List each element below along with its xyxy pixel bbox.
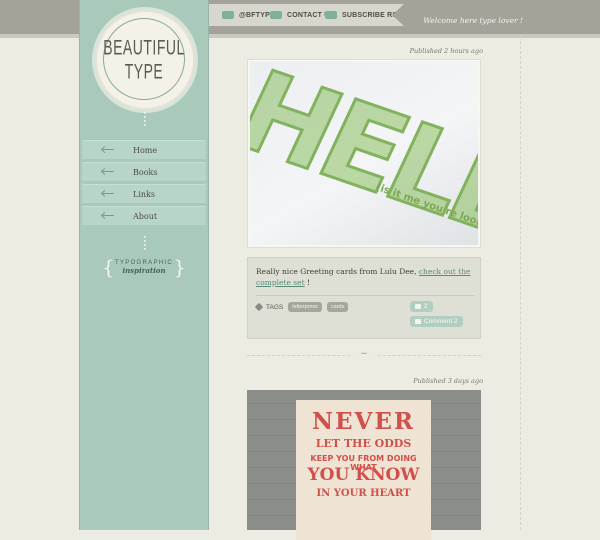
right-brace-icon: } bbox=[173, 255, 186, 279]
nav-item-label: Home bbox=[133, 145, 158, 155]
ornament-icon: ~ bbox=[353, 350, 375, 359]
rss-link[interactable]: SUBSCRIBE RSS bbox=[325, 4, 402, 26]
poster-line-5: IN YOUR HEART bbox=[316, 488, 411, 499]
site-logo[interactable]: BEAUTIFUL TYPE bbox=[95, 10, 195, 110]
post-image-poster: NEVER LET THE ODDS KEEP YOU FROM DOING W… bbox=[296, 400, 431, 540]
logo-line-1: BEAUTIFUL bbox=[103, 34, 185, 59]
poster-line-1: NEVER bbox=[311, 408, 416, 435]
poster-line-2: LET THE ODDS bbox=[315, 437, 412, 450]
caption-text: Really nice Greeting cards from Lulu Dee… bbox=[256, 267, 419, 276]
logo-line-2: TYPE bbox=[124, 58, 164, 83]
nav-item-books[interactable]: Books bbox=[82, 162, 206, 181]
nav-item-label: About bbox=[133, 211, 158, 221]
post-tags: TAGS letterpress cards bbox=[254, 302, 349, 312]
nav-item-home[interactable]: Home bbox=[82, 140, 206, 159]
heart-icon bbox=[415, 304, 421, 309]
twitter-bird-icon bbox=[222, 11, 234, 19]
post-image-frame[interactable]: HELLO (is it me you're lookin bbox=[247, 59, 481, 248]
comment-label: Comment 2 bbox=[424, 318, 458, 325]
post-timestamp: Published 2 hours ago bbox=[409, 47, 483, 55]
content-border bbox=[520, 36, 521, 530]
rss-icon bbox=[325, 11, 337, 19]
tag-icon bbox=[254, 302, 264, 312]
post-caption-box: Really nice Greeting cards from Lulu Dee… bbox=[247, 257, 481, 339]
post-image-frame[interactable]: NEVER LET THE ODDS KEEP YOU FROM DOING W… bbox=[247, 390, 481, 540]
sidebar: BEAUTIFUL TYPE Home Books Links About { … bbox=[79, 0, 209, 530]
tag-pill[interactable]: cards bbox=[326, 302, 349, 312]
post-image-hello-card: HELLO (is it me you're lookin bbox=[250, 62, 478, 245]
nav-item-links[interactable]: Links bbox=[82, 184, 206, 203]
caption-end: ! bbox=[304, 278, 311, 287]
envelope-icon bbox=[270, 11, 282, 19]
tags-label: TAGS bbox=[266, 303, 284, 311]
nav-item-label: Links bbox=[133, 189, 155, 199]
left-brace-icon: { bbox=[102, 255, 115, 279]
comment-button[interactable]: Comment 2 bbox=[410, 316, 463, 327]
arrow-left-icon bbox=[102, 147, 124, 153]
post-caption: Really nice Greeting cards from Lulu Dee… bbox=[256, 266, 471, 288]
main-nav: Home Books Links About bbox=[82, 140, 206, 228]
welcome-text: Welcome here type lover ! bbox=[423, 16, 523, 25]
nav-item-label: Books bbox=[133, 167, 158, 177]
dotted-separator-top bbox=[144, 112, 146, 128]
post-timestamp: Published 3 days ago bbox=[413, 377, 483, 385]
tag-pill[interactable]: letterpress bbox=[288, 302, 322, 312]
tagline: { } TYPOGRAPHIC inspiration bbox=[102, 256, 186, 278]
social-ribbon: @BFTYPE CONTACT US SUBSCRIBE RSS bbox=[208, 4, 404, 26]
arrow-left-icon bbox=[102, 191, 124, 197]
tagline-line-2: inspiration bbox=[122, 266, 166, 275]
twitter-link[interactable]: @BFTYPE bbox=[222, 4, 275, 26]
logo-inner-ring: BEAUTIFUL TYPE bbox=[103, 18, 185, 100]
like-count: 2 bbox=[424, 303, 428, 310]
nav-item-about[interactable]: About bbox=[82, 206, 206, 225]
poster-line-4: YOU KNOW bbox=[307, 465, 420, 485]
dotted-separator-bottom bbox=[144, 236, 146, 252]
hello-letters: HELLO bbox=[250, 62, 478, 245]
like-button[interactable]: 2 bbox=[410, 301, 433, 312]
post-divider: ~ bbox=[247, 350, 481, 359]
arrow-left-icon bbox=[102, 213, 124, 219]
hello-lettering: HELLO bbox=[250, 62, 478, 245]
caption-divider bbox=[256, 295, 474, 296]
comment-bubble-icon bbox=[415, 319, 421, 324]
arrow-left-icon bbox=[102, 169, 124, 175]
